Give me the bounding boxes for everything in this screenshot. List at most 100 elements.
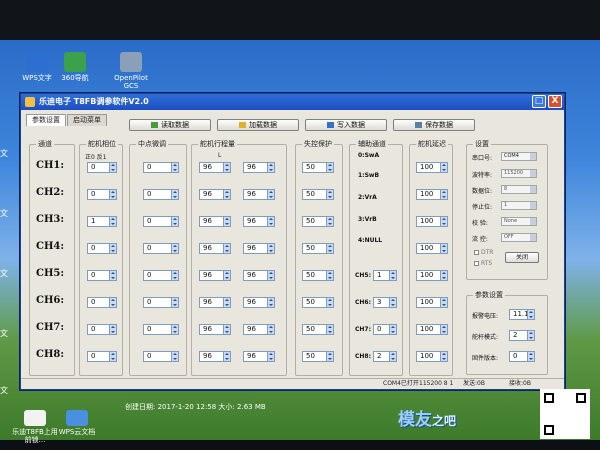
travel-left-spinner[interactable]: 96 bbox=[199, 162, 231, 173]
delay-spinner[interactable]: 100 bbox=[416, 324, 448, 335]
tab-startup-menu[interactable]: 启动菜单 bbox=[67, 114, 107, 126]
aux-channel-spinner[interactable]: 2 bbox=[373, 351, 397, 362]
title-bar[interactable]: 乐迪电子 T8FB调参软件V2.0 □ X bbox=[21, 94, 564, 110]
spinner-arrows-icon[interactable] bbox=[109, 190, 116, 199]
reverse-spinner[interactable]: 0 bbox=[87, 270, 117, 281]
spinner-arrows-icon[interactable] bbox=[267, 298, 274, 307]
spinner-arrows-icon[interactable] bbox=[440, 217, 447, 226]
trim-spinner[interactable]: 0 bbox=[143, 324, 179, 335]
trim-spinner[interactable]: 0 bbox=[143, 297, 179, 308]
checkbox-box[interactable] bbox=[474, 261, 479, 266]
spinner-arrows-icon[interactable] bbox=[109, 163, 116, 172]
desktop-icon-360[interactable]: 360导航 bbox=[52, 52, 98, 82]
spinner-arrows-icon[interactable] bbox=[440, 298, 447, 307]
spinner-arrows-icon[interactable] bbox=[171, 244, 178, 253]
trim-spinner[interactable]: 0 bbox=[143, 351, 179, 362]
spinner-arrows-icon[interactable] bbox=[267, 271, 274, 280]
reverse-spinner[interactable]: 0 bbox=[87, 162, 117, 173]
travel-right-spinner[interactable]: 96 bbox=[243, 243, 275, 254]
spinner-arrows-icon[interactable] bbox=[171, 217, 178, 226]
travel-left-spinner[interactable]: 96 bbox=[199, 351, 231, 362]
reverse-spinner[interactable]: 0 bbox=[87, 243, 117, 254]
spinner-arrows-icon[interactable] bbox=[267, 244, 274, 253]
failsafe-spinner[interactable]: 50 bbox=[302, 270, 334, 281]
spinner-arrows-icon[interactable] bbox=[109, 325, 116, 334]
spinner-arrows-icon[interactable] bbox=[389, 352, 396, 361]
spinner-arrows-icon[interactable] bbox=[326, 298, 333, 307]
write-data-button[interactable]: 写入数据 bbox=[305, 119, 387, 131]
spinner-arrows-icon[interactable] bbox=[223, 352, 230, 361]
spinner-arrows-icon[interactable] bbox=[389, 271, 396, 280]
spinner-arrows-icon[interactable] bbox=[223, 271, 230, 280]
spinner-arrows-icon[interactable] bbox=[326, 352, 333, 361]
spinner-arrows-icon[interactable] bbox=[440, 163, 447, 172]
stick-mode-spinner[interactable]: 2 bbox=[509, 330, 535, 341]
reverse-spinner[interactable]: 1 bbox=[87, 216, 117, 227]
trim-spinner[interactable]: 0 bbox=[143, 162, 179, 173]
delay-spinner[interactable]: 100 bbox=[416, 162, 448, 173]
delay-spinner[interactable]: 100 bbox=[416, 270, 448, 281]
travel-left-spinner[interactable]: 96 bbox=[199, 189, 231, 200]
checkbox-box[interactable] bbox=[474, 250, 479, 255]
desktop-icon-openpilot[interactable]: OpenPilot GCS bbox=[108, 52, 154, 90]
spinner-arrows-icon[interactable] bbox=[267, 190, 274, 199]
trim-spinner[interactable]: 0 bbox=[143, 243, 179, 254]
travel-right-spinner[interactable]: 96 bbox=[243, 162, 275, 173]
spinner-arrows-icon[interactable] bbox=[527, 331, 534, 340]
aux-channel-spinner[interactable]: 1 bbox=[373, 270, 397, 281]
spinner-arrows-icon[interactable] bbox=[109, 352, 116, 361]
spinner-arrows-icon[interactable] bbox=[109, 217, 116, 226]
failsafe-spinner[interactable]: 50 bbox=[302, 297, 334, 308]
chevron-down-icon[interactable] bbox=[530, 186, 536, 193]
spinner-arrows-icon[interactable] bbox=[171, 352, 178, 361]
spinner-arrows-icon[interactable] bbox=[223, 217, 230, 226]
travel-left-spinner[interactable]: 96 bbox=[199, 243, 231, 254]
spinner-arrows-icon[interactable] bbox=[326, 217, 333, 226]
spinner-arrows-icon[interactable] bbox=[171, 271, 178, 280]
aux-channel-spinner[interactable]: 0 bbox=[373, 324, 397, 335]
spinner-arrows-icon[interactable] bbox=[440, 352, 447, 361]
travel-left-spinner[interactable]: 96 bbox=[199, 297, 231, 308]
chevron-down-icon[interactable] bbox=[530, 202, 536, 209]
spinner-arrows-icon[interactable] bbox=[223, 190, 230, 199]
flow-control-select[interactable]: OFF bbox=[501, 233, 537, 242]
spinner-arrows-icon[interactable] bbox=[326, 244, 333, 253]
spinner-arrows-icon[interactable] bbox=[171, 325, 178, 334]
firmware-version-spinner[interactable]: 0 bbox=[509, 351, 535, 362]
travel-right-spinner[interactable]: 96 bbox=[243, 351, 275, 362]
travel-right-spinner[interactable]: 96 bbox=[243, 189, 275, 200]
spinner-arrows-icon[interactable] bbox=[326, 325, 333, 334]
delay-spinner[interactable]: 100 bbox=[416, 351, 448, 362]
save-data-button[interactable]: 保存数据 bbox=[393, 119, 475, 131]
travel-right-spinner[interactable]: 96 bbox=[243, 297, 275, 308]
failsafe-spinner[interactable]: 50 bbox=[302, 162, 334, 173]
spinner-arrows-icon[interactable] bbox=[171, 163, 178, 172]
chevron-down-icon[interactable] bbox=[530, 170, 536, 177]
serial-port-select[interactable]: COM4 bbox=[501, 152, 537, 161]
failsafe-spinner[interactable]: 50 bbox=[302, 189, 334, 200]
failsafe-spinner[interactable]: 50 bbox=[302, 351, 334, 362]
spinner-arrows-icon[interactable] bbox=[223, 325, 230, 334]
spinner-arrows-icon[interactable] bbox=[440, 190, 447, 199]
desktop-icon-wps-cloud[interactable]: WPS云文档 bbox=[54, 410, 100, 436]
spinner-arrows-icon[interactable] bbox=[326, 271, 333, 280]
chevron-down-icon[interactable] bbox=[530, 234, 536, 241]
spinner-arrows-icon[interactable] bbox=[171, 190, 178, 199]
spinner-arrows-icon[interactable] bbox=[223, 163, 230, 172]
travel-right-spinner[interactable]: 96 bbox=[243, 270, 275, 281]
spinner-arrows-icon[interactable] bbox=[267, 163, 274, 172]
delay-spinner[interactable]: 100 bbox=[416, 216, 448, 227]
tab-params[interactable]: 参数设置 bbox=[26, 114, 66, 126]
spinner-arrows-icon[interactable] bbox=[223, 244, 230, 253]
close-button[interactable]: X bbox=[548, 95, 562, 108]
travel-right-spinner[interactable]: 96 bbox=[243, 324, 275, 335]
trim-spinner[interactable]: 0 bbox=[143, 216, 179, 227]
failsafe-spinner[interactable]: 50 bbox=[302, 243, 334, 254]
chevron-down-icon[interactable] bbox=[530, 153, 536, 160]
spinner-arrows-icon[interactable] bbox=[267, 352, 274, 361]
aux-channel-spinner[interactable]: 3 bbox=[373, 297, 397, 308]
trim-spinner[interactable]: 0 bbox=[143, 189, 179, 200]
desktop-icon-t8fb[interactable]: 乐迪T8FB上用前锁... bbox=[12, 410, 58, 444]
travel-left-spinner[interactable]: 96 bbox=[199, 270, 231, 281]
spinner-arrows-icon[interactable] bbox=[267, 217, 274, 226]
